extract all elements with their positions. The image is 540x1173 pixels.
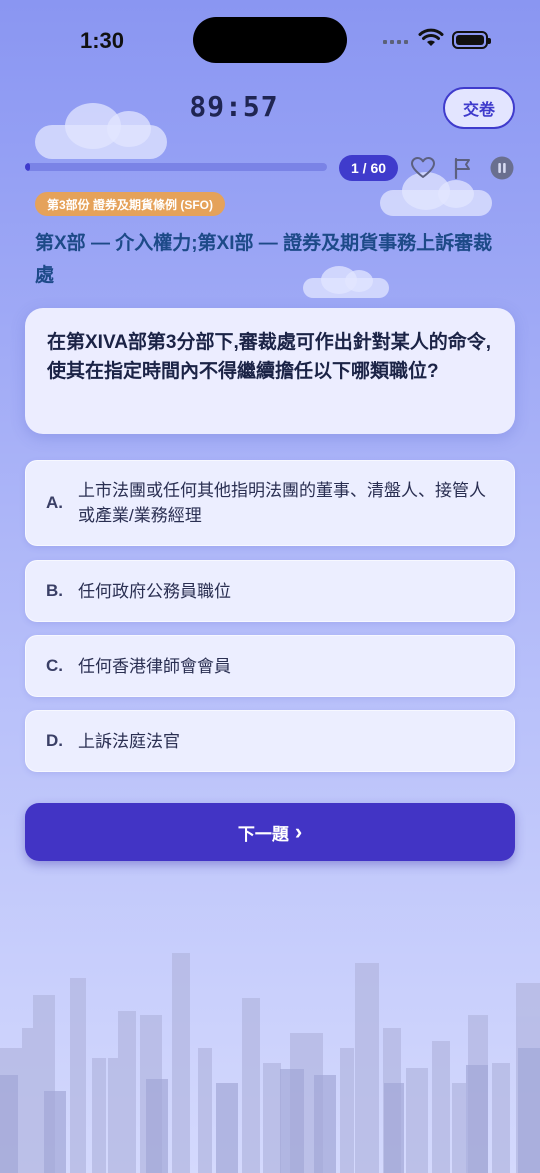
city-skyline-decoration bbox=[0, 953, 540, 1173]
cellular-signal-icon bbox=[383, 40, 408, 44]
battery-icon bbox=[452, 31, 491, 49]
option-text: 任何香港律師會會員 bbox=[78, 656, 231, 676]
heart-icon bbox=[411, 157, 435, 178]
status-time: 1:30 bbox=[80, 28, 125, 53]
dynamic-island bbox=[193, 17, 347, 63]
option-letter: B. bbox=[46, 581, 63, 600]
option-text: 上市法團或任何其他指明法團的董事、清盤人、接管人或產業/業務經理 bbox=[78, 481, 486, 525]
next-button-label: 下一題 bbox=[237, 824, 289, 844]
option-letter: D. bbox=[46, 731, 63, 750]
progress-fill bbox=[25, 163, 31, 171]
cloud-decoration bbox=[380, 172, 492, 216]
option-letter: C. bbox=[46, 656, 63, 675]
submit-exam-button[interactable]: 交卷 bbox=[443, 87, 515, 129]
option-text: 上訴法庭法官 bbox=[78, 731, 180, 751]
pause-button[interactable] bbox=[489, 155, 515, 181]
section-badge: 第3部份 證券及期貨條例 (SFO) bbox=[35, 192, 226, 216]
progress-bar bbox=[25, 163, 327, 171]
favorite-button[interactable] bbox=[410, 155, 436, 181]
question-card: 在第XIVA部第3分部下,審裁處可作出針對某人的命令,使其在指定時間內不得繼續擔… bbox=[25, 308, 515, 434]
question-counter: 1 / 60 bbox=[339, 155, 398, 181]
option-a[interactable]: A. 上市法團或任何其他指明法團的董事、清盤人、接管人或產業/業務經理 bbox=[25, 460, 515, 546]
question-text: 在第XIVA部第3分部下,審裁處可作出針對某人的命令,使其在指定時間內不得繼續擔… bbox=[47, 332, 492, 382]
option-b[interactable]: B. 任何政府公務員職位 bbox=[25, 560, 515, 622]
flag-icon bbox=[454, 157, 470, 180]
chevron-right-icon: › bbox=[294, 819, 303, 844]
wifi-icon bbox=[418, 28, 444, 46]
section-title: 第X部 — 介入權力;第XI部 — 證券及期貨事務上訴審裁處 bbox=[35, 233, 493, 286]
cloud-decoration bbox=[35, 103, 167, 159]
pause-icon bbox=[490, 156, 514, 180]
option-d[interactable]: D. 上訴法庭法官 bbox=[25, 710, 515, 772]
flag-button[interactable] bbox=[450, 155, 476, 181]
option-letter: A. bbox=[46, 493, 63, 512]
next-question-button[interactable]: 下一題 › bbox=[25, 803, 515, 861]
status-bar: 1:30 bbox=[0, 0, 540, 80]
countdown-timer: 89:57 bbox=[189, 90, 279, 123]
option-c[interactable]: C. 任何香港律師會會員 bbox=[25, 635, 515, 697]
option-text: 任何政府公務員職位 bbox=[78, 581, 231, 601]
